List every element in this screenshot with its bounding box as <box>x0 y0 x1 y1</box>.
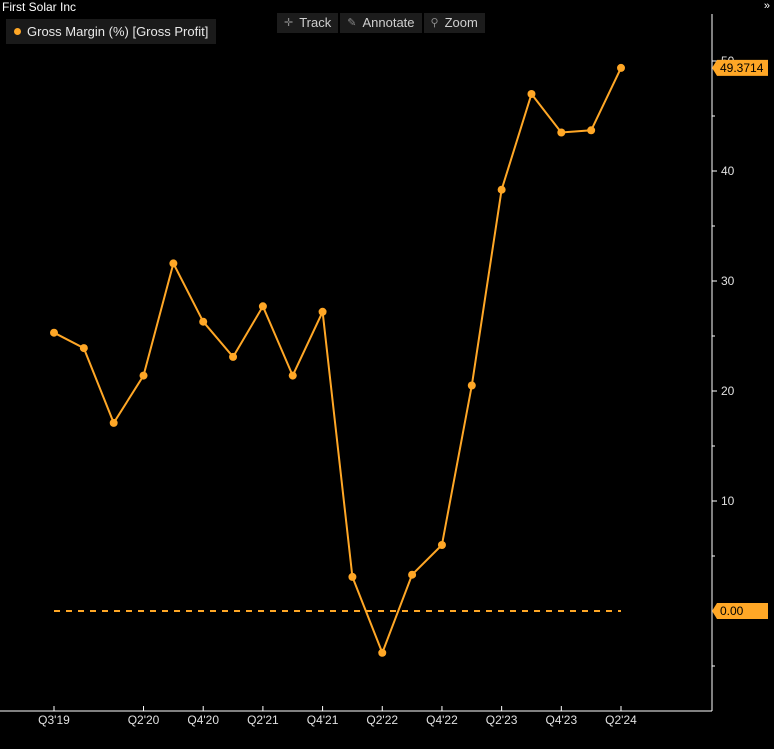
data-point <box>199 317 208 326</box>
data-point <box>109 418 118 427</box>
data-point <box>79 344 88 353</box>
data-point <box>288 371 297 380</box>
x-tick-label: Q2'21 <box>247 713 279 727</box>
series-line <box>53 67 622 656</box>
x-tick-label: Q2'20 <box>128 713 160 727</box>
x-tick-label: Q3'19 <box>38 713 70 727</box>
data-point <box>467 381 476 390</box>
x-tick-label: Q4'23 <box>545 713 577 727</box>
data-point <box>437 541 446 549</box>
x-tick-label: Q4'22 <box>426 713 458 727</box>
zero-value-tag-text: 0.00 <box>720 604 744 618</box>
x-tick-label: Q2'22 <box>366 713 398 727</box>
data-point <box>527 90 536 98</box>
data-point <box>348 572 357 581</box>
data-point <box>408 570 417 579</box>
data-point <box>557 128 566 137</box>
data-point <box>378 648 387 657</box>
x-tick-label: Q2'23 <box>486 713 518 727</box>
y-tick-label: 10 <box>721 494 735 508</box>
data-point <box>139 371 148 380</box>
data-point <box>497 185 506 194</box>
data-point <box>229 352 238 361</box>
data-point <box>617 63 625 72</box>
data-point <box>258 302 267 311</box>
data-point <box>587 126 596 135</box>
x-tick-label: Q2'24 <box>605 713 637 727</box>
data-point <box>50 328 58 337</box>
data-point <box>169 259 178 268</box>
y-tick-label: 20 <box>721 384 735 398</box>
y-tick-label: 30 <box>721 274 735 288</box>
y-tick-label: 40 <box>721 164 735 178</box>
bottom-strip <box>0 739 774 749</box>
chart-canvas[interactable]: 1020304050Q3'19Q2'20Q4'20Q2'21Q4'21Q2'22… <box>0 0 774 740</box>
last-value-tag-text: 49.3714 <box>720 61 764 75</box>
data-point <box>318 307 327 316</box>
x-tick-label: Q4'21 <box>307 713 339 727</box>
x-tick-label: Q4'20 <box>187 713 219 727</box>
